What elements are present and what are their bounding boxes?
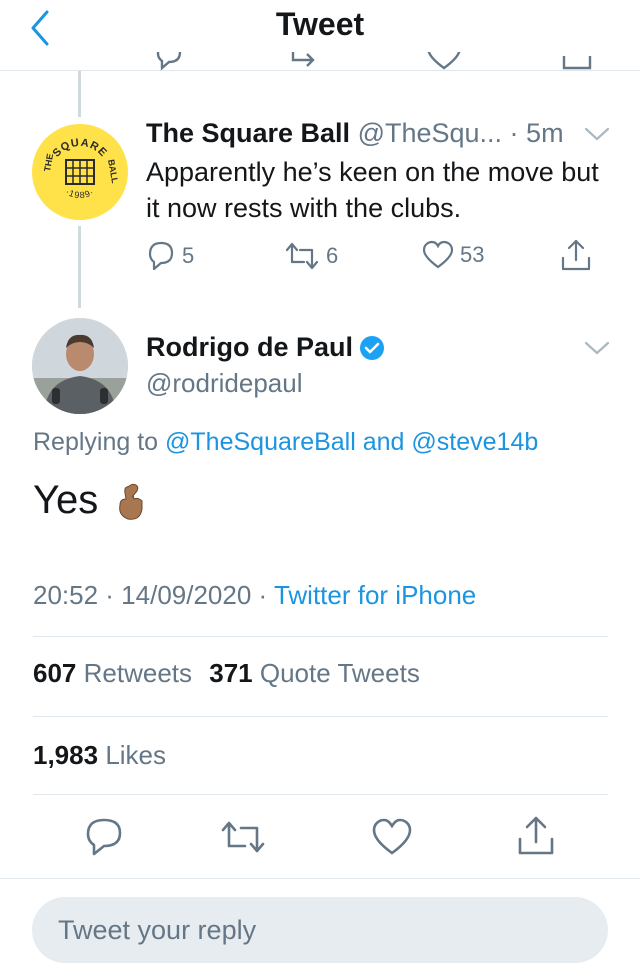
parent-like-button[interactable]: 53 (422, 240, 484, 270)
share-icon (518, 816, 554, 855)
retweets-count: 607 (33, 658, 77, 688)
share-button[interactable] (516, 814, 556, 856)
divider (33, 636, 608, 637)
parent-tweet-text: Apparently he’s keen on the move but it … (146, 157, 599, 223)
retweet-icon (285, 242, 319, 270)
main-author-handle[interactable]: @rodridepaul (146, 368, 302, 399)
divider (33, 716, 608, 717)
rodrigo-de-paul-avatar[interactable] (32, 318, 128, 414)
svg-text:SQUARE: SQUARE (51, 137, 110, 160)
engagement-stats-row: 607 Retweets 371 Quote Tweets (33, 658, 420, 689)
main-author-name-row[interactable]: Rodrigo de Paul (146, 332, 385, 363)
reply-and-text: and (362, 428, 405, 456)
parent-like-count: 53 (460, 242, 485, 267)
parent-reply-button[interactable]: 5 (146, 240, 194, 272)
divider (33, 794, 608, 795)
previous-like-icon[interactable] (424, 52, 464, 76)
main-tweet-text-row: Yes (33, 478, 148, 523)
logo-top-text: SQUARE (51, 137, 109, 160)
parent-share-button[interactable] (560, 238, 592, 272)
quote-tweets-stat[interactable]: 371 Quote Tweets (209, 658, 420, 688)
retweets-stat[interactable]: 607 Retweets (33, 658, 199, 688)
svg-text:·1989·: ·1989· (64, 187, 96, 201)
previous-retweet-icon[interactable] (285, 52, 325, 76)
tweet-timestamp: 20:52 · 14/09/2020 · (33, 580, 268, 610)
like-button[interactable] (372, 818, 412, 856)
parent-tweet-header: The Square Ball @TheSqu... · 5m (146, 118, 564, 149)
tweet-timestamp-row: 20:52 · 14/09/2020 · Twitter for iPhone (33, 580, 476, 611)
reply-button[interactable] (84, 816, 124, 858)
thread-line (78, 226, 81, 308)
parent-author-name[interactable]: The Square Ball (146, 118, 350, 148)
parent-retweet-button[interactable]: 6 (284, 240, 338, 272)
reply-icon (86, 818, 122, 856)
share-icon (561, 239, 591, 271)
parent-retweet-count: 6 (326, 243, 339, 268)
previous-reply-icon[interactable] (152, 52, 186, 76)
main-chevron-down-button[interactable] (584, 340, 610, 361)
reply-to-link-1[interactable]: @TheSquareBall (165, 428, 356, 456)
retweet-button[interactable] (220, 818, 266, 856)
likes-stat[interactable]: 1,983 Likes (33, 740, 166, 771)
thread-line (78, 71, 81, 117)
logo-left-text: THE (42, 153, 55, 172)
parent-chevron-down-button[interactable] (584, 126, 610, 147)
the-square-ball-avatar[interactable]: SQUARE ·1989· THE BALL (32, 124, 128, 220)
logo-right-text: BALL (106, 159, 120, 185)
retweet-icon (221, 821, 265, 853)
verified-badge-icon (360, 335, 385, 360)
like-icon (422, 240, 454, 269)
parent-handle-time[interactable]: @TheSqu... · 5m (358, 118, 564, 148)
previous-share-icon[interactable] (560, 52, 594, 76)
parent-reply-count: 5 (182, 243, 195, 268)
chevron-down-icon (584, 127, 610, 141)
reply-icon (148, 241, 174, 271)
chevron-down-icon (584, 341, 610, 355)
like-icon (372, 818, 412, 855)
replying-to-line: Replying to @TheSquareBall and @steve14b (33, 428, 538, 457)
quote-tweets-label: Quote Tweets (259, 658, 420, 688)
tweet-reply-input[interactable] (32, 897, 608, 963)
tweet-source-link[interactable]: Twitter for iPhone (274, 580, 476, 610)
page-title: Tweet (275, 6, 365, 42)
likes-label: Likes (105, 740, 167, 770)
retweets-label: Retweets (83, 658, 193, 688)
replying-prefix: Replying to (33, 428, 159, 456)
likes-count: 1,983 (33, 740, 99, 770)
reply-to-link-2[interactable]: @steve14b (411, 428, 538, 456)
main-tweet-text: Yes (33, 478, 99, 522)
logo-bottom-text: ·1989· (64, 187, 95, 201)
quote-tweets-count: 371 (209, 658, 253, 688)
crossed-fingers-emoji (112, 481, 148, 521)
main-author-name[interactable]: Rodrigo de Paul (146, 332, 353, 363)
